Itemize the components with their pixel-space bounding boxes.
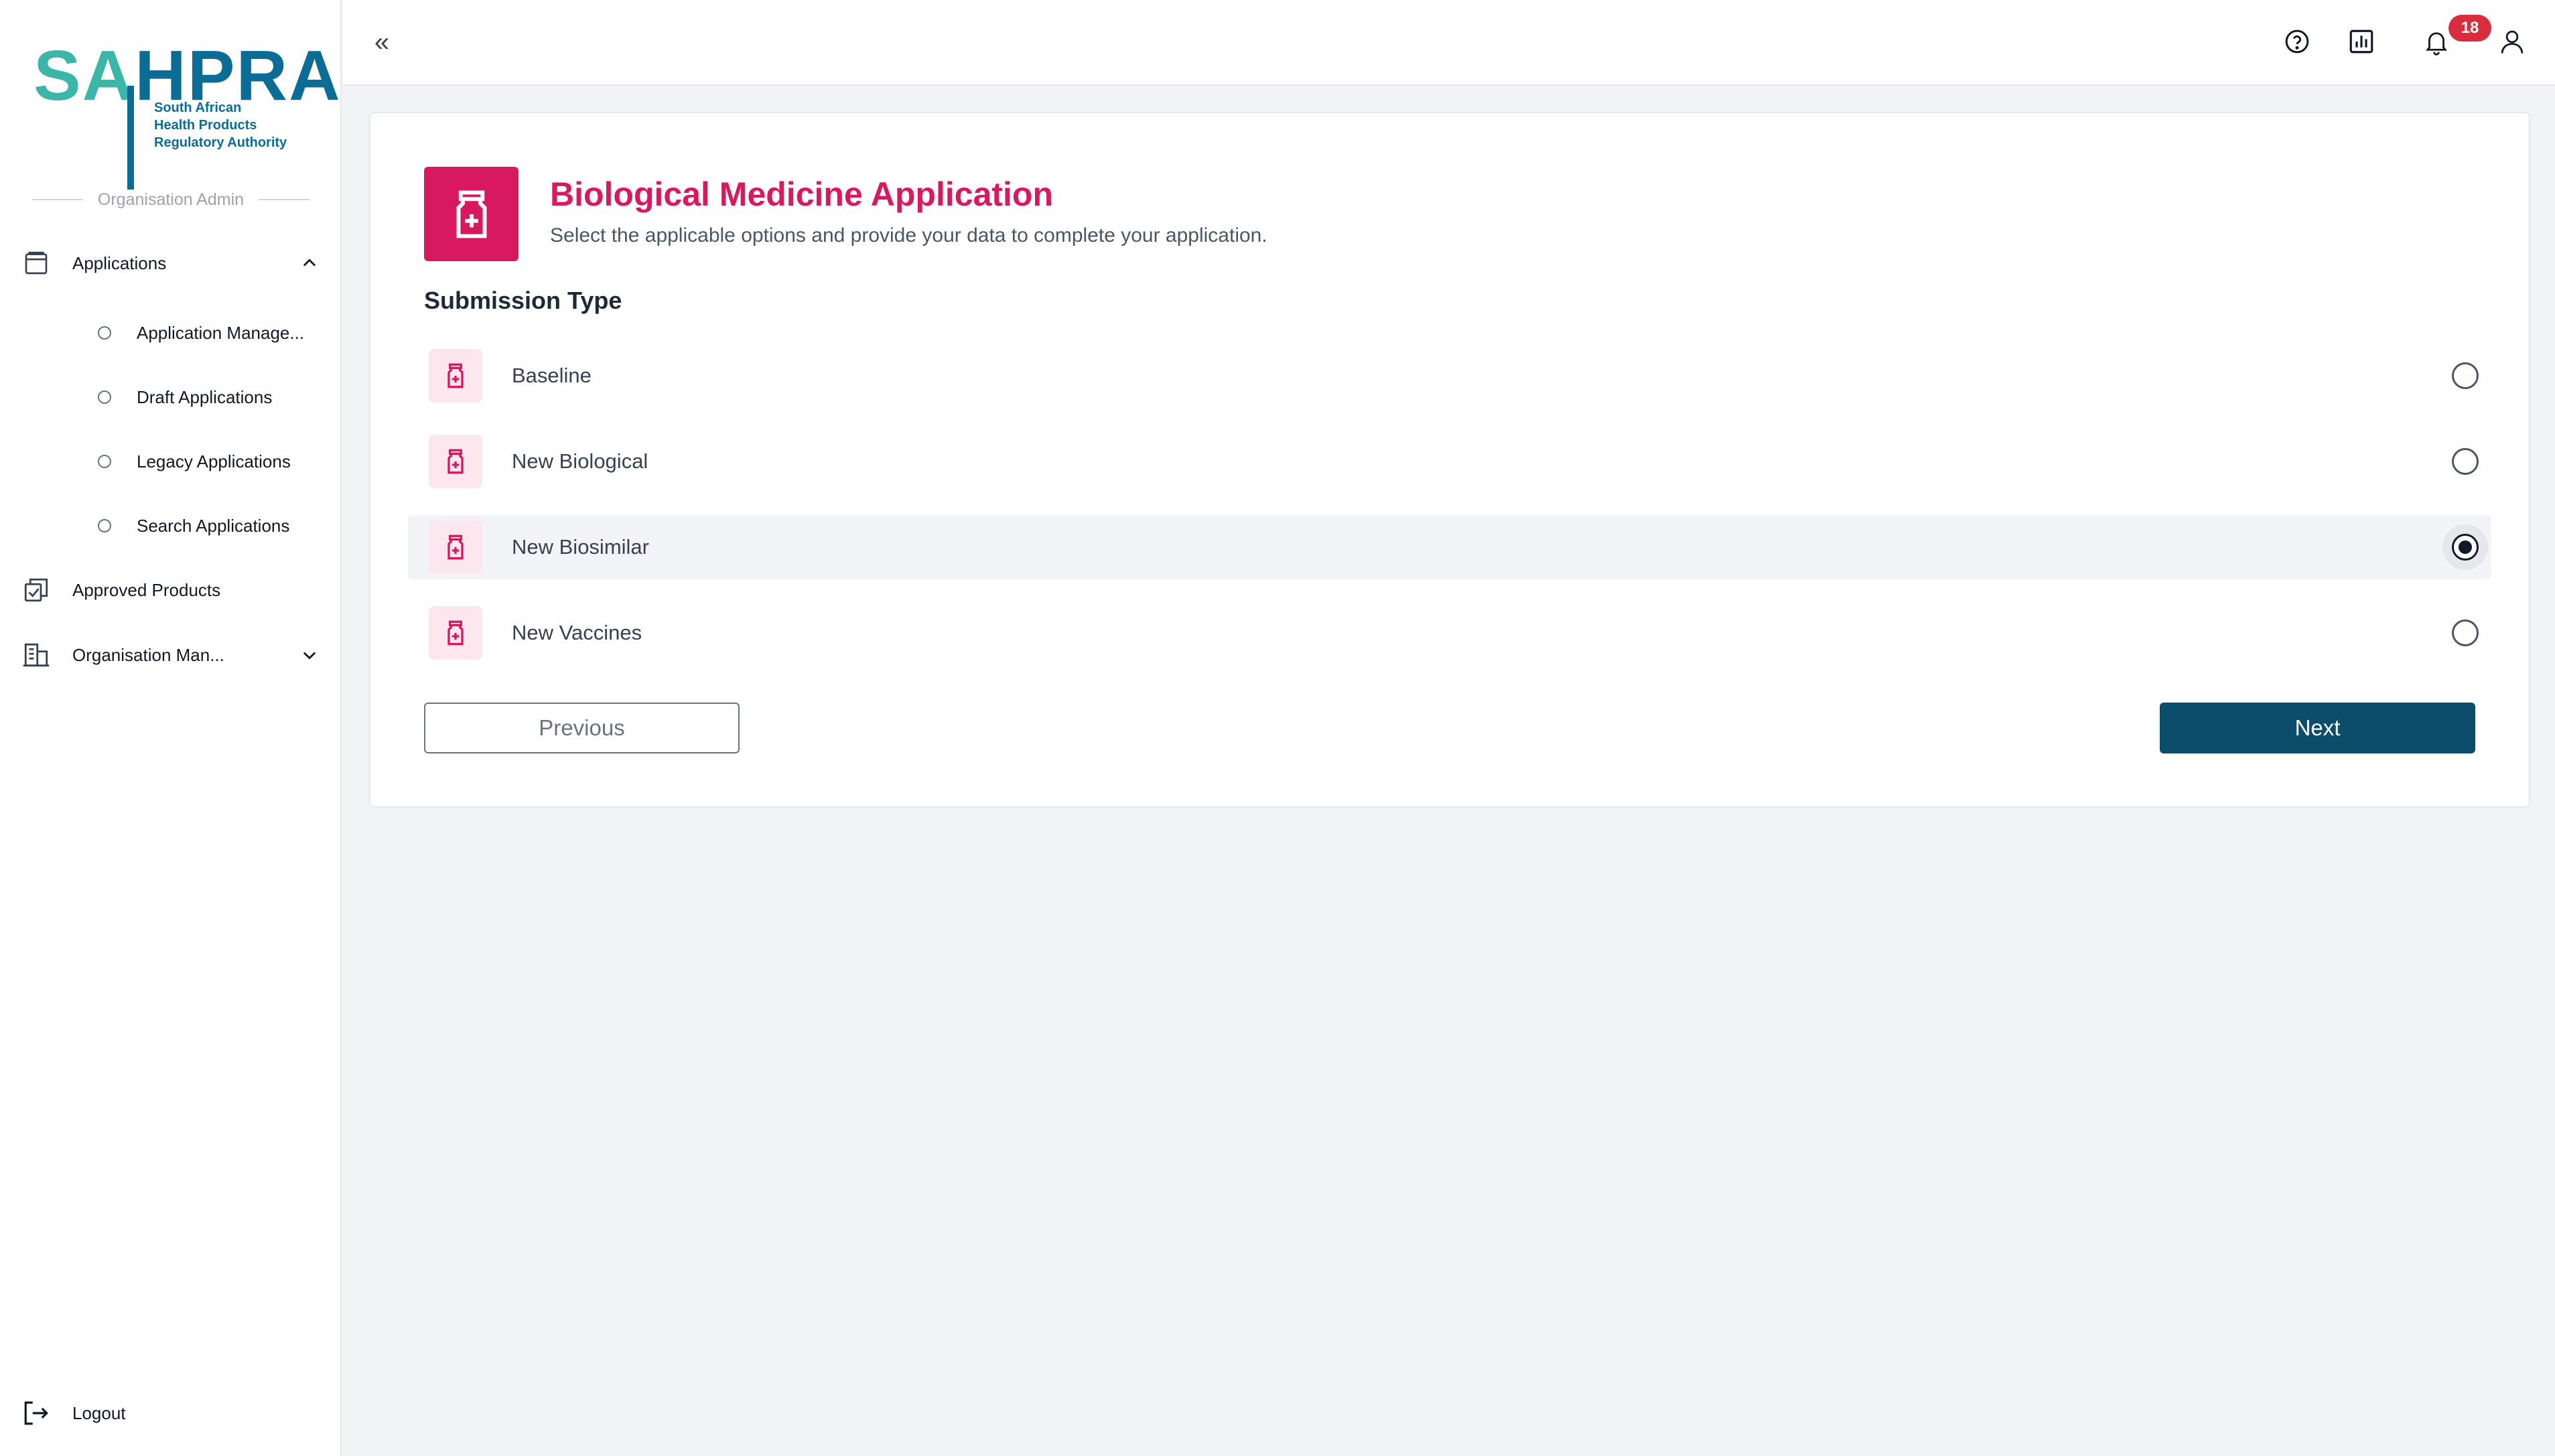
chevron-up-icon[interactable] [297,251,322,275]
circle-bullet-icon [98,519,111,532]
role-label: Organisation Admin [97,190,245,209]
sidebar-subitem-application-management[interactable]: Application Manage... [98,313,326,353]
building-icon [20,639,52,671]
sidebar-item-label: Approved Products [72,579,221,600]
collapse-sidebar-icon[interactable]: « [370,27,394,58]
medicine-bottle-icon [429,606,482,660]
sidebar-item-applications[interactable]: Applications [20,240,322,287]
report-icon[interactable] [2345,25,2377,58]
sidebar-subitem-legacy-applications[interactable]: Legacy Applications [98,441,326,482]
radio-button[interactable] [2452,620,2479,646]
sidebar-subitem-draft-applications[interactable]: Draft Applications [98,377,326,417]
user-icon[interactable] [2496,25,2528,58]
circle-bullet-icon [98,326,111,340]
sahpra-logo[interactable]: SAHPRA South African Health Products Reg… [33,39,340,190]
radio-button-selected[interactable] [2452,534,2479,561]
chevron-down-icon[interactable] [297,643,322,667]
submission-type-heading: Submission Type [424,287,622,314]
circle-bullet-icon [98,455,111,468]
medicine-bottle-icon [429,435,482,488]
medicine-bottle-icon [424,167,519,261]
sidebar-item-label: Organisation Man... [72,644,224,665]
role-divider: Organisation Admin [32,188,309,212]
option-new-vaccines[interactable]: New Vaccines [408,601,2491,665]
circle-bullet-icon [98,390,111,404]
notification-badge: 18 [2448,15,2491,42]
radio-button[interactable] [2452,362,2479,389]
logout-button[interactable]: Logout [20,1390,322,1437]
next-button[interactable]: Next [2160,703,2475,753]
help-icon[interactable] [2281,25,2313,58]
top-bar: « [343,0,2555,86]
logout-icon [20,1397,52,1429]
radio-button[interactable] [2452,448,2479,475]
page-subtitle: Select the applicable options and provid… [550,224,1267,246]
option-label: Baseline [512,364,592,387]
sidebar-item-approved-products[interactable]: Approved Products [20,567,322,613]
page-title: Biological Medicine Application [550,175,1054,213]
sidebar: SAHPRA South African Health Products Reg… [0,0,342,1456]
application-form-card: Biological Medicine Application Select t… [369,112,2530,808]
browser-window-icon [20,247,52,279]
option-label: New Biological [512,449,648,473]
option-label: New Biosimilar [512,535,649,559]
sidebar-subitem-search-applications[interactable]: Search Applications [98,506,326,546]
logout-label: Logout [72,1402,126,1423]
sidebar-item-label: Applications [72,252,167,273]
medicine-bottle-icon [429,349,482,403]
previous-button[interactable]: Previous [424,703,740,753]
medicine-bottle-icon [429,520,482,574]
bell-icon[interactable] [2420,25,2453,58]
checked-documents-icon [20,574,52,606]
option-label: New Vaccines [512,621,642,644]
option-new-biological[interactable]: New Biological [408,429,2491,494]
logo-subtitle: South African Health Products Regulatory… [154,100,287,150]
sidebar-item-organisation-management[interactable]: Organisation Man... [20,632,322,678]
logo-bar [127,86,134,190]
option-baseline[interactable]: Baseline [408,344,2491,408]
option-new-biosimilar[interactable]: New Biosimilar [408,515,2491,579]
